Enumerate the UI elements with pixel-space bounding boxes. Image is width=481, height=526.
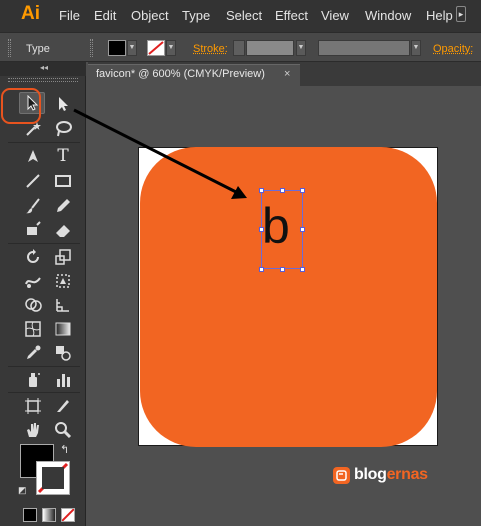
- watermark-suffix: ernas: [386, 466, 429, 483]
- watermark-prefix: blog: [354, 466, 387, 483]
- blog-b-icon: [336, 469, 347, 481]
- annotation-arrow-icon: [73, 108, 247, 199]
- watermark-logo: blogernas: [333, 466, 428, 484]
- blog-icon: [333, 466, 350, 484]
- watermark-text: blogernas: [354, 466, 428, 484]
